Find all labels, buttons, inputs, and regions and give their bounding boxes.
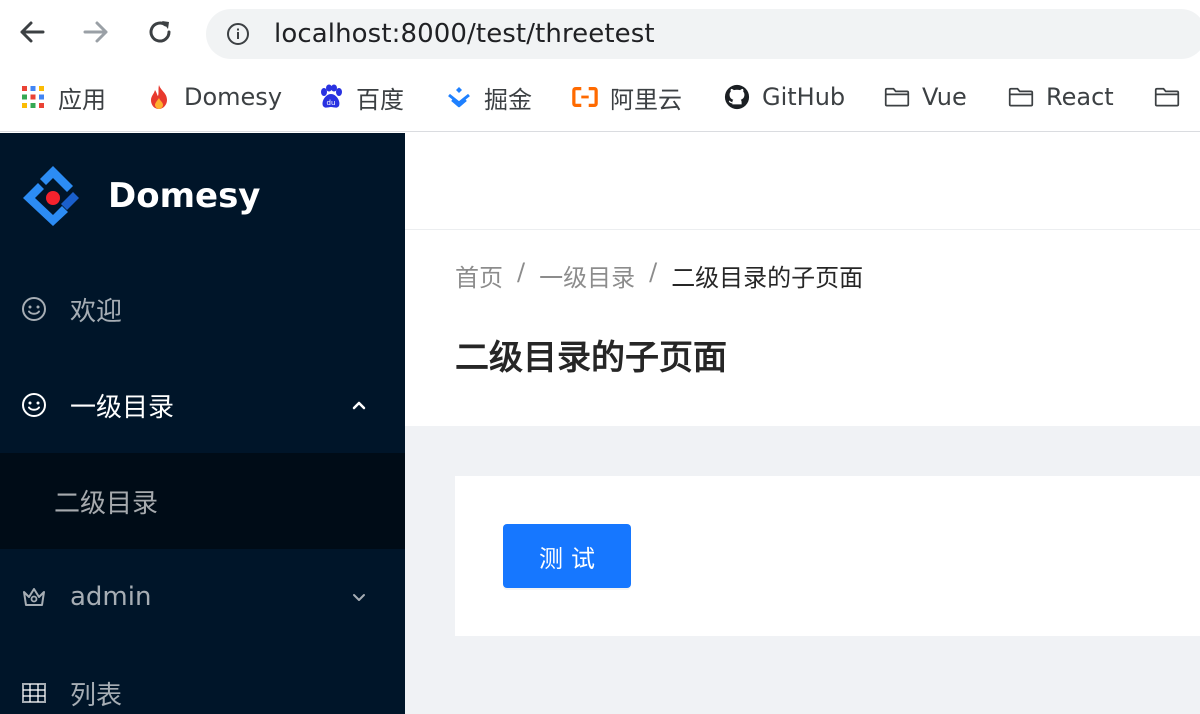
bookmarks-bar: 应用 Domesy du 百度 掘金 阿里云 GitHub Vue React [0,66,1200,132]
arrow-right-icon [83,21,108,43]
breadcrumb-current: 二级目录的子页面 [671,264,864,292]
sidebar-subitem-level2[interactable]: 二级目录 [0,453,405,549]
breadcrumb-separator: / [517,258,526,286]
chevron-down-icon [349,587,369,607]
baidu-paw-icon: du [318,84,344,110]
sidebar: Domesy 欢迎 一级目录 二级目录 admin 列表 [0,133,405,714]
address-bar[interactable]: localhost:8000/test/threetest [206,9,1200,59]
bookmark-folder-vue[interactable]: Vue [884,66,967,128]
sidebar-item-label: admin [70,582,152,612]
breadcrumb-level1[interactable]: 一级目录 [539,258,635,293]
bookmark-label: GitHub [762,83,846,111]
bookmark-aliyun[interactable]: 阿里云 [572,66,682,128]
bookmark-label: 应用 [58,85,106,114]
sidebar-item-label: 二级目录 [54,488,159,519]
bookmark-label: 百度 [356,85,404,114]
forward-button[interactable] [76,10,116,54]
bookmark-label: Domesy [184,83,283,111]
page-header: 首页 / 一级目录 / 二级目录的子页面 二级目录的子页面 [405,230,1200,426]
bookmark-juejin[interactable]: 掘金 [446,66,532,128]
apps-grid-icon [20,84,46,110]
breadcrumb: 首页 / 一级目录 / 二级目录的子页面 [455,258,863,293]
logo-text: Domesy [108,176,261,216]
info-icon[interactable] [226,22,250,46]
bookmark-label: React [1046,83,1114,111]
crown-icon [20,583,48,611]
folder-icon [1154,84,1180,110]
url-text[interactable]: localhost:8000/test/threetest [274,9,655,59]
browser-toolbar: localhost:8000/test/threetest [0,0,1200,66]
bookmark-domesy[interactable]: Domesy [146,66,282,128]
chevron-up-icon [349,395,369,415]
sidebar-item-welcome[interactable]: 欢迎 [0,261,405,357]
breadcrumb-separator: / [649,258,658,286]
smile-icon [20,391,48,419]
main-content: 首页 / 一级目录 / 二级目录的子页面 二级目录的子页面 测试 [405,133,1200,714]
bookmark-folder-react[interactable]: React [1008,66,1114,128]
logo-icon [23,166,79,226]
top-header [405,133,1200,230]
submenu: 二级目录 [0,453,405,549]
sidebar-item-level1[interactable]: 一级目录 [0,357,405,453]
sidebar-item-label: 一级目录 [70,392,175,423]
content-card: 测试 [455,476,1200,636]
svg-text:du: du [327,99,336,107]
reload-button[interactable] [140,10,180,54]
page-title: 二级目录的子页面 [455,338,727,378]
arrow-left-icon [20,21,45,43]
sidebar-item-label: 欢迎 [70,296,123,327]
juejin-icon [446,84,472,110]
github-icon [724,84,750,110]
breadcrumb-home[interactable]: 首页 [455,258,503,293]
reload-icon [149,21,171,43]
sidebar-item-label: 列表 [70,680,123,711]
bookmark-label: 掘金 [484,85,532,114]
aliyun-icon [572,84,598,110]
logo[interactable]: Domesy [20,163,260,229]
test-button[interactable]: 测试 [503,524,631,588]
folder-icon [884,84,910,110]
back-button[interactable] [12,10,52,54]
smile-icon [20,295,48,323]
bookmark-github[interactable]: GitHub [724,66,845,128]
folder-icon [1008,84,1034,110]
sidebar-item-list[interactable]: 列表 [0,645,405,714]
bookmark-baidu[interactable]: du 百度 [318,66,404,128]
bookmark-label: Vue [922,83,967,111]
flame-icon [146,84,172,110]
bookmark-apps[interactable]: 应用 [20,66,106,128]
bookmark-folder-more[interactable] [1154,66,1180,128]
bookmark-label: 阿里云 [610,85,682,114]
table-icon [20,679,48,707]
sidebar-item-admin[interactable]: admin [0,549,405,645]
